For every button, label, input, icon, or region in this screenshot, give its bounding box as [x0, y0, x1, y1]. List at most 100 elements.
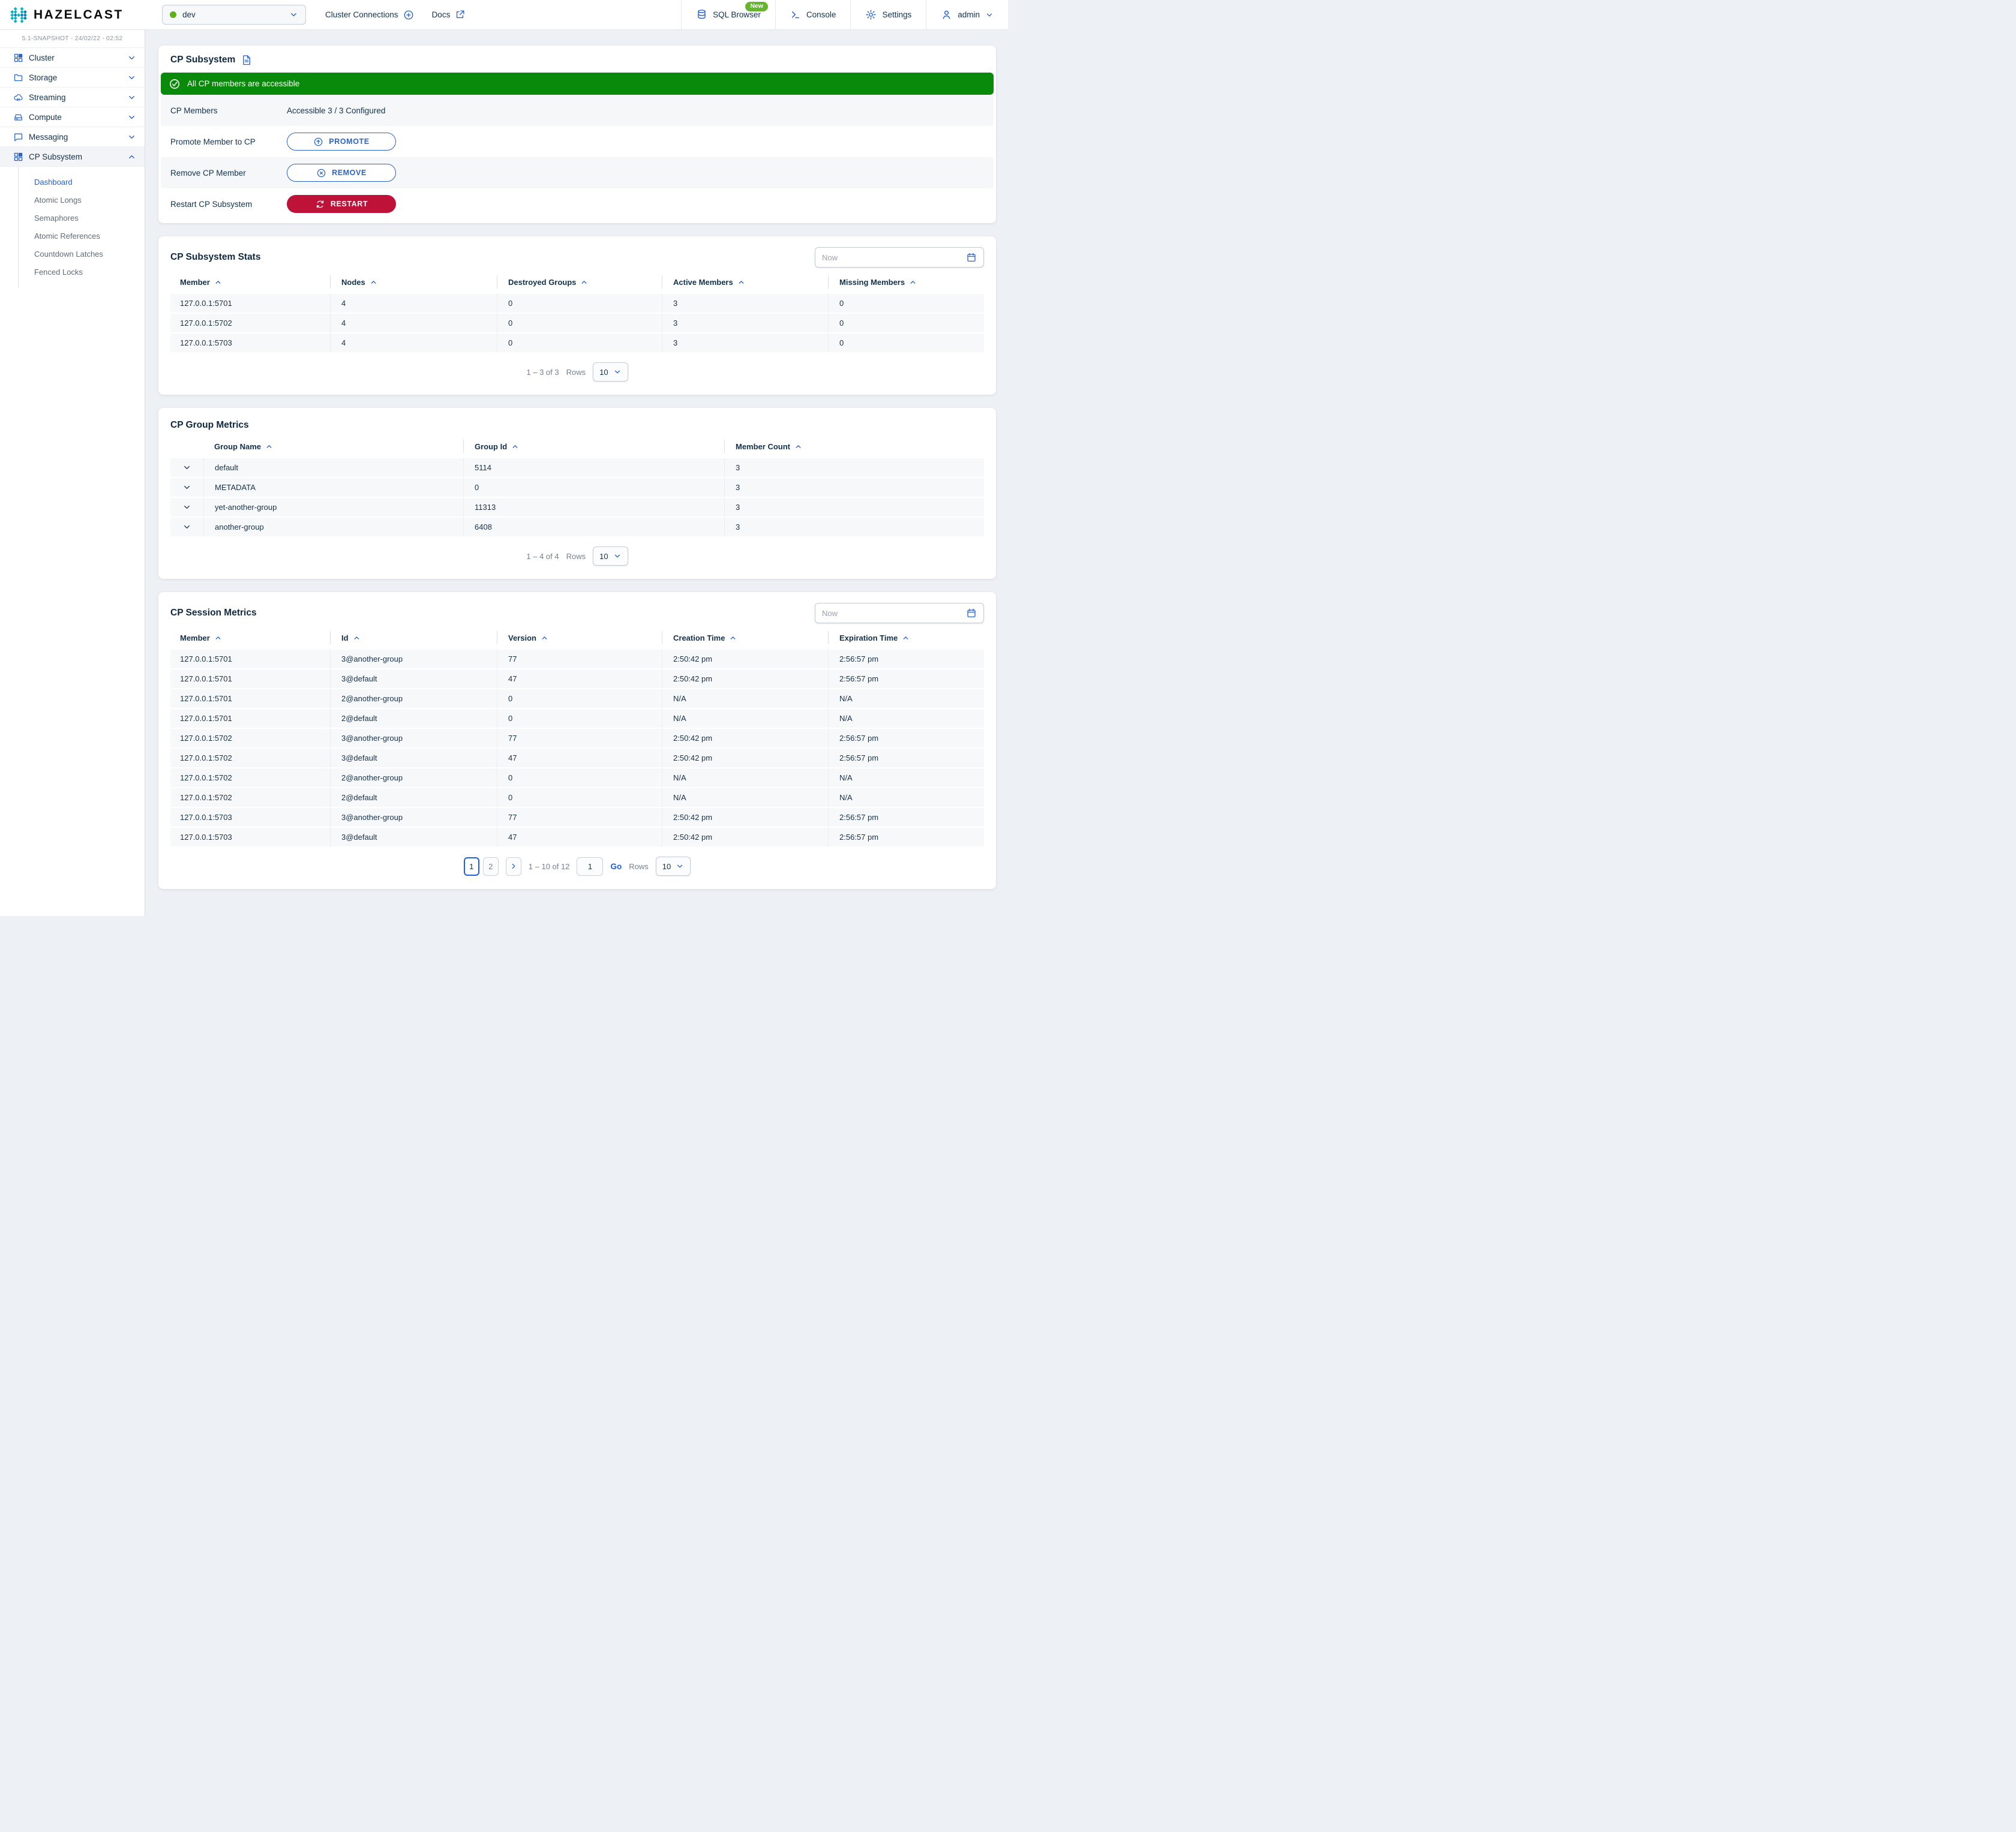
- hazelcast-logo[interactable]: HAZELCAST: [0, 0, 157, 29]
- sidebar-item-fenced-locks[interactable]: Fenced Locks: [19, 263, 145, 281]
- promote-button[interactable]: PROMOTE: [287, 133, 396, 151]
- column-header-expiration-time[interactable]: Expiration Time: [828, 631, 984, 644]
- column-header-member[interactable]: Member: [170, 275, 330, 289]
- column-header-member[interactable]: Member: [170, 631, 330, 644]
- chevron-down-icon: [676, 862, 684, 870]
- sidebar-item-cp-subsystem[interactable]: CP Subsystem: [0, 147, 145, 167]
- database-icon: [696, 9, 707, 20]
- restart-button[interactable]: RESTART: [287, 195, 396, 213]
- remove-button[interactable]: REMOVE: [287, 164, 396, 182]
- stats-page-size-select[interactable]: 10: [593, 362, 628, 382]
- cell: 3@another-group: [330, 650, 497, 668]
- table-row: 127.0.0.1:57022@default0N/AN/A: [170, 788, 984, 807]
- sessions-time-filter[interactable]: Now: [815, 603, 984, 623]
- cell: 2:56:57 pm: [828, 828, 984, 846]
- main-content: CP Subsystem All CP members are accessib…: [145, 30, 1008, 916]
- expand-row-button[interactable]: [170, 478, 203, 497]
- sidebar-item-messaging[interactable]: Messaging: [0, 127, 145, 147]
- sidebar-submenu: DashboardAtomic LongsSemaphoresAtomic Re…: [18, 167, 145, 288]
- column-header-member-count[interactable]: Member Count: [724, 440, 984, 453]
- arrow-up-circle-icon: [313, 137, 323, 147]
- sidebar: 5.1-SNAPSHOT - 24/02/22 - 02:52 ClusterS…: [0, 30, 145, 916]
- go-to-page-input[interactable]: [577, 857, 603, 876]
- column-header-active-members[interactable]: Active Members: [662, 275, 828, 289]
- sidebar-item-streaming[interactable]: Streaming: [0, 88, 145, 107]
- cell: 2@another-group: [330, 689, 497, 708]
- cell: 2:50:42 pm: [662, 669, 828, 688]
- cluster-selector-dropdown[interactable]: dev: [162, 5, 306, 25]
- column-header-group-name[interactable]: Group Name: [203, 440, 463, 453]
- sidebar-item-label: Compute: [29, 113, 122, 122]
- cell: 3@another-group: [330, 729, 497, 747]
- groups-page-size-select[interactable]: 10: [593, 546, 628, 566]
- cell: 3: [724, 498, 984, 516]
- refresh-icon: [315, 199, 325, 209]
- cell: 3: [724, 458, 984, 477]
- sidebar-nav: ClusterStorageStreamingComputeMessagingC…: [0, 48, 145, 288]
- cell: 2:50:42 pm: [662, 808, 828, 827]
- page-button-1[interactable]: 1: [464, 857, 479, 876]
- settings-button[interactable]: Settings: [850, 0, 926, 29]
- sidebar-item-atomic-longs[interactable]: Atomic Longs: [19, 191, 145, 209]
- stats-time-filter[interactable]: Now: [815, 247, 984, 268]
- cell: 127.0.0.1:5701: [170, 294, 330, 313]
- cell: 127.0.0.1:5702: [170, 749, 330, 767]
- expand-row-button[interactable]: [170, 458, 203, 477]
- column-header-version[interactable]: Version: [497, 631, 662, 644]
- sessions-page-size-select[interactable]: 10: [656, 857, 691, 876]
- sidebar-item-atomic-references[interactable]: Atomic References: [19, 227, 145, 245]
- table-row: 127.0.0.1:57012@another-group0N/AN/A: [170, 689, 984, 708]
- column-header-id[interactable]: Id: [330, 631, 497, 644]
- cell: 3: [724, 518, 984, 536]
- sort-up-icon: [511, 443, 519, 451]
- table-row: default51143: [170, 458, 984, 477]
- column-header-missing-members[interactable]: Missing Members: [828, 275, 984, 289]
- sort-up-icon: [265, 443, 273, 451]
- cluster-selector-value: dev: [182, 10, 283, 19]
- groups-table: Group NameGroup IdMember Count default51…: [170, 436, 984, 536]
- go-button[interactable]: Go: [610, 862, 622, 871]
- cp-group-metrics-panel: CP Group Metrics Group NameGroup IdMembe…: [158, 408, 996, 579]
- cell: N/A: [828, 689, 984, 708]
- sidebar-item-storage[interactable]: Storage: [0, 68, 145, 88]
- cell: 3: [662, 334, 828, 352]
- cell: N/A: [828, 768, 984, 787]
- cell: 11313: [463, 498, 724, 516]
- table-row: 127.0.0.1:57012@default0N/AN/A: [170, 709, 984, 728]
- sort-up-icon: [353, 634, 361, 642]
- sql-browser-button[interactable]: New SQL Browser: [681, 0, 775, 29]
- table-row: 127.0.0.1:57033@default472:50:42 pm2:56:…: [170, 828, 984, 846]
- sidebar-item-dashboard[interactable]: Dashboard: [19, 173, 145, 191]
- sidebar-item-cluster[interactable]: Cluster: [0, 48, 145, 68]
- cell: 6408: [463, 518, 724, 536]
- chevron-up-icon: [127, 152, 136, 161]
- cell: 127.0.0.1:5703: [170, 334, 330, 352]
- user-menu[interactable]: admin: [926, 0, 1008, 29]
- next-page-button[interactable]: [506, 857, 521, 876]
- cluster-connections-link[interactable]: Cluster Connections: [325, 0, 414, 29]
- stats-table: MemberNodesDestroyed GroupsActive Member…: [170, 271, 984, 352]
- column-header-destroyed-groups[interactable]: Destroyed Groups: [497, 275, 662, 289]
- top-bar: HAZELCAST dev Cluster Connections Docs N…: [0, 0, 1008, 30]
- column-header-nodes[interactable]: Nodes: [330, 275, 497, 289]
- docs-link[interactable]: Docs: [432, 0, 466, 29]
- table-row: 127.0.0.1:57022@another-group0N/AN/A: [170, 768, 984, 787]
- document-icon[interactable]: [241, 55, 252, 65]
- chevron-down-icon: [613, 552, 622, 560]
- chevron-down-icon: [613, 368, 622, 376]
- cell: 127.0.0.1:5701: [170, 650, 330, 668]
- cell: 4: [330, 294, 497, 313]
- page-button-2[interactable]: 2: [483, 857, 499, 876]
- sidebar-item-compute[interactable]: Compute: [0, 107, 145, 127]
- chevron-down-icon: [127, 133, 136, 142]
- sort-up-icon: [737, 278, 745, 286]
- column-header-creation-time[interactable]: Creation Time: [662, 631, 828, 644]
- cell: 4: [330, 334, 497, 352]
- hazelcast-logo-icon: [10, 6, 28, 24]
- console-button[interactable]: Console: [775, 0, 851, 29]
- sidebar-item-countdown-latches[interactable]: Countdown Latches: [19, 245, 145, 263]
- column-header-group-id[interactable]: Group Id: [463, 440, 724, 453]
- expand-row-button[interactable]: [170, 518, 203, 536]
- expand-row-button[interactable]: [170, 498, 203, 516]
- sidebar-item-semaphores[interactable]: Semaphores: [19, 209, 145, 227]
